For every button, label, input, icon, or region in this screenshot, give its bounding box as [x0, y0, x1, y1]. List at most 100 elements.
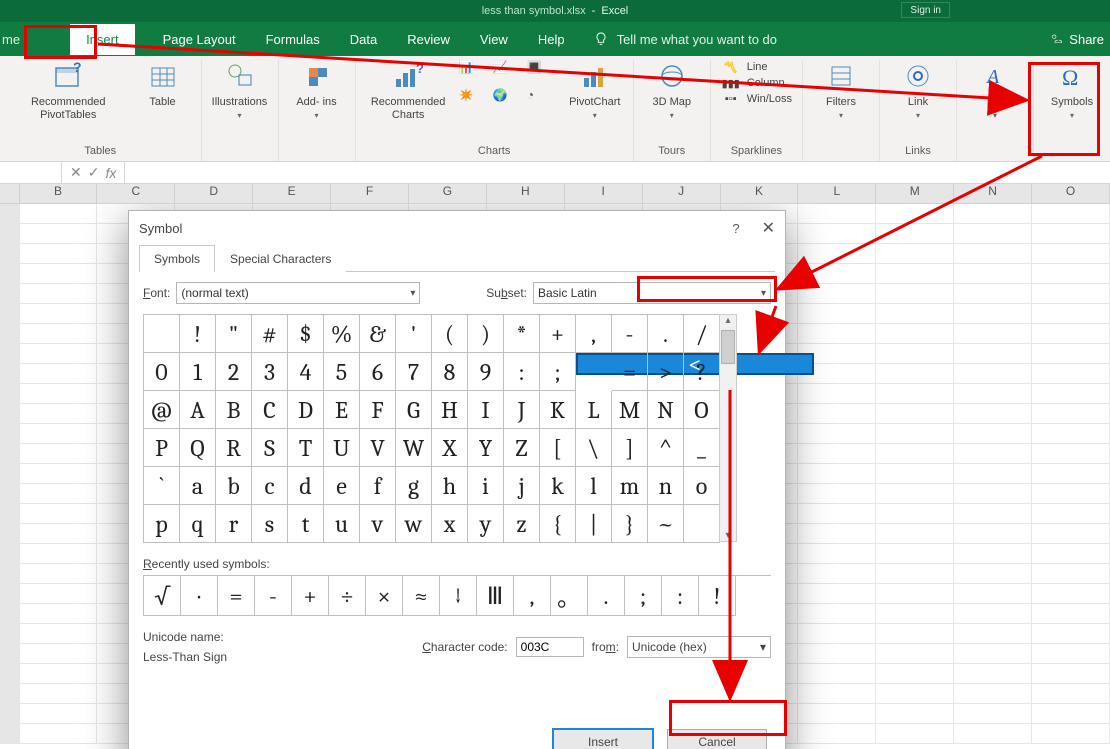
recent-symbol[interactable]: :	[662, 576, 699, 616]
char-cell[interactable]: f	[360, 467, 396, 505]
close-icon[interactable]: ✕	[762, 218, 775, 238]
tell-me[interactable]: Tell me what you want to do	[593, 31, 777, 47]
char-cell[interactable]: H	[432, 391, 468, 429]
char-cell[interactable]: 9	[468, 353, 504, 391]
chart-type-gallery[interactable]: 📊 📈 🔳 ✴️ 🌍 ◔	[459, 60, 559, 114]
char-cell[interactable]: ;	[540, 353, 576, 391]
char-cell[interactable]: '	[396, 315, 432, 353]
char-cell[interactable]: P	[144, 429, 180, 467]
filters-button[interactable]: Filters▾	[813, 60, 869, 121]
line-chart-icon[interactable]: 📈	[493, 60, 525, 86]
col-header[interactable]: M	[876, 184, 954, 203]
col-header[interactable]: O	[1032, 184, 1110, 203]
char-cell[interactable]: X	[432, 429, 468, 467]
char-cell[interactable]: ~	[648, 505, 684, 543]
char-cell[interactable]: ?	[684, 353, 720, 391]
char-code-input[interactable]	[516, 637, 584, 657]
col-header[interactable]: K	[721, 184, 799, 203]
char-cell[interactable]: G	[396, 391, 432, 429]
char-cell[interactable]: 7	[396, 353, 432, 391]
char-cell[interactable]: O	[684, 391, 720, 429]
char-cell[interactable]: J	[504, 391, 540, 429]
sparkline-winloss-button[interactable]: ▪▫▪Win/Loss	[721, 92, 792, 106]
char-cell[interactable]: A	[180, 391, 216, 429]
char-cell[interactable]: n	[648, 467, 684, 505]
char-cell[interactable]: B	[216, 391, 252, 429]
char-cell[interactable]: =	[612, 353, 648, 391]
char-cell[interactable]: L	[576, 391, 612, 429]
char-cell[interactable]: o	[684, 467, 720, 505]
char-cell[interactable]: Z	[504, 429, 540, 467]
sparkline-line-button[interactable]: 〽️Line	[721, 60, 792, 74]
char-cell[interactable]: )	[468, 315, 504, 353]
char-cell[interactable]: S	[252, 429, 288, 467]
char-cell[interactable]: 6	[360, 353, 396, 391]
char-cell[interactable]: 4	[288, 353, 324, 391]
illustrations-button[interactable]: Illustrations▾	[212, 60, 268, 121]
char-cell[interactable]: M	[612, 391, 648, 429]
col-header[interactable]: I	[565, 184, 643, 203]
char-cell[interactable]: z	[504, 505, 540, 543]
recent-symbol[interactable]: ×	[366, 576, 403, 616]
char-cell[interactable]: c	[252, 467, 288, 505]
recent-symbol[interactable]: ≈	[403, 576, 440, 616]
char-cell[interactable]: 5	[324, 353, 360, 391]
char-cell[interactable]: k	[540, 467, 576, 505]
link-button[interactable]: Link▾	[890, 60, 946, 121]
char-cell[interactable]: i	[468, 467, 504, 505]
char-cell[interactable]: D	[288, 391, 324, 429]
scroll-thumb[interactable]	[721, 330, 735, 364]
bar-chart-icon[interactable]: 📊	[459, 60, 491, 86]
char-scrollbar[interactable]: ▴ ▾	[719, 314, 737, 542]
share-button[interactable]: Share	[1049, 32, 1104, 47]
char-cell[interactable]	[144, 315, 180, 353]
char-cell[interactable]: 0	[144, 353, 180, 391]
recent-symbol[interactable]: Ⅲ	[477, 576, 514, 616]
tab-home-partial[interactable]: me	[0, 26, 22, 53]
tab-page-layout[interactable]: Page Layout	[161, 26, 238, 53]
char-cell[interactable]: /	[684, 315, 720, 353]
char-cell[interactable]: !	[180, 315, 216, 353]
char-cell[interactable]: .	[648, 315, 684, 353]
col-header[interactable]: C	[97, 184, 175, 203]
char-cell[interactable]: ^	[648, 429, 684, 467]
char-cell[interactable]: e	[324, 467, 360, 505]
scroll-down-icon[interactable]: ▾	[725, 530, 730, 541]
col-header[interactable]: G	[409, 184, 487, 203]
scatter-chart-icon[interactable]: ✴️	[459, 88, 491, 114]
char-cell[interactable]: a	[180, 467, 216, 505]
recommended-charts-button[interactable]: ? Recommended Charts	[366, 60, 451, 121]
tab-review[interactable]: Review	[405, 26, 452, 53]
col-header[interactable]: E	[253, 184, 331, 203]
char-cell[interactable]: Y	[468, 429, 504, 467]
addins-button[interactable]: Add- ins▾	[289, 60, 345, 121]
name-box[interactable]	[0, 162, 62, 183]
recent-symbol[interactable]: ↓	[440, 576, 477, 616]
fx-icon[interactable]: fx	[105, 165, 116, 181]
char-cell[interactable]: h	[432, 467, 468, 505]
col-header[interactable]: F	[331, 184, 409, 203]
recommended-pivottables-button[interactable]: ? Recommended PivotTables	[10, 60, 127, 121]
char-cell[interactable]: s	[252, 505, 288, 543]
recent-symbol[interactable]: ,	[514, 576, 551, 616]
char-cell[interactable]: $	[288, 315, 324, 353]
pivotchart-button[interactable]: PivotChart▾	[567, 60, 623, 121]
recent-symbol[interactable]: ;	[625, 576, 662, 616]
char-cell[interactable]: [	[540, 429, 576, 467]
char-cell[interactable]: y	[468, 505, 504, 543]
char-cell[interactable]: }	[612, 505, 648, 543]
char-cell[interactable]: +	[540, 315, 576, 353]
recent-symbol[interactable]: -	[255, 576, 292, 616]
char-cell[interactable]: x	[432, 505, 468, 543]
help-icon[interactable]: ?	[732, 221, 739, 236]
char-cell[interactable]: -	[612, 315, 648, 353]
char-cell[interactable]: u	[324, 505, 360, 543]
char-cell[interactable]: b	[216, 467, 252, 505]
tab-special-characters[interactable]: Special Characters	[215, 245, 346, 272]
char-cell[interactable]: U	[324, 429, 360, 467]
character-grid[interactable]: !"#$%&'()*+,-./0123456789:;<=>?@ABCDEFGH…	[143, 314, 720, 543]
char-cell[interactable]: 8	[432, 353, 468, 391]
tab-formulas[interactable]: Formulas	[264, 26, 322, 53]
font-select[interactable]: (normal text)▾	[176, 282, 420, 304]
recent-symbols-grid[interactable]: √·=-+÷×≈↓Ⅲ,。.;:!	[143, 575, 771, 616]
